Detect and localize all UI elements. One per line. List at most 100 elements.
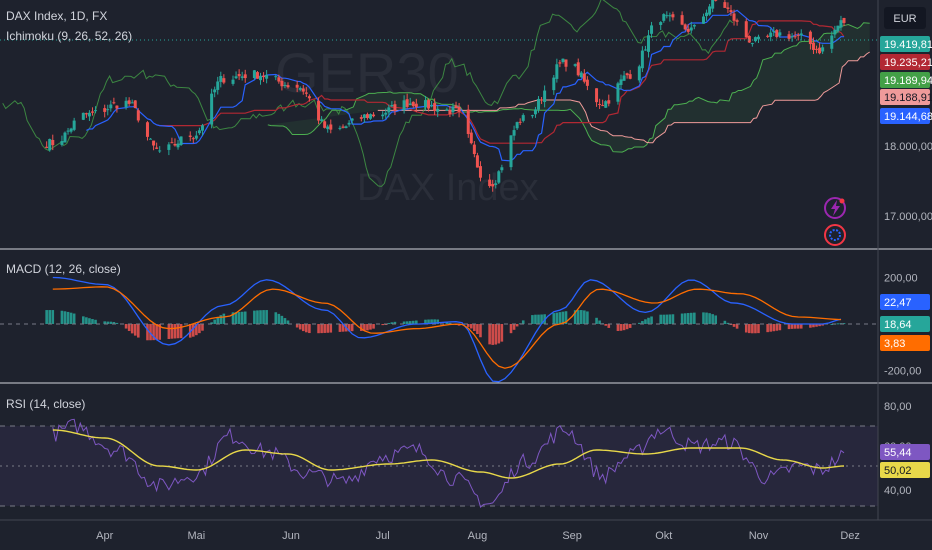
candle-body xyxy=(112,102,116,104)
candle-body xyxy=(317,100,321,121)
macd-histogram-bar xyxy=(222,313,226,324)
macd-histogram-bar xyxy=(537,314,540,324)
lightning-icon[interactable] xyxy=(824,197,846,219)
candle-body xyxy=(259,76,263,81)
macd-histogram-bar xyxy=(253,310,256,324)
macd-histogram-bar xyxy=(552,313,556,324)
macd-tick-label: 200,00 xyxy=(884,273,918,285)
macd-histogram-bar xyxy=(66,311,70,324)
macd-histogram-bar xyxy=(88,318,91,324)
candle-body xyxy=(622,75,626,81)
macd-histogram-bar xyxy=(109,321,113,324)
candle-body xyxy=(176,143,180,148)
macd-histogram-bar xyxy=(115,322,119,324)
macd-histogram-bar xyxy=(521,320,525,324)
candle-body xyxy=(665,15,669,17)
candle-body xyxy=(521,115,525,121)
macd-histogram-bar xyxy=(616,324,620,331)
macd-histogram-bar xyxy=(708,313,711,324)
price-last-value: 19.419,81 xyxy=(884,39,932,51)
candle-body xyxy=(286,85,290,88)
candle-body xyxy=(408,103,412,106)
ichimoku-legend[interactable]: Ichimoku (9, 26, 52, 26) xyxy=(6,29,132,43)
candle-body xyxy=(711,0,715,9)
macd-histogram-bar xyxy=(787,324,791,330)
currency-label[interactable]: EUR xyxy=(893,13,916,25)
candle-body xyxy=(778,32,782,36)
candle-body xyxy=(252,70,256,79)
candle-body xyxy=(329,124,333,130)
candle-body xyxy=(173,143,177,146)
gear-icon[interactable] xyxy=(824,224,846,246)
candle-body xyxy=(255,72,259,79)
candle-body xyxy=(799,33,803,36)
candle-body xyxy=(124,100,128,108)
macd-histogram-bar xyxy=(683,313,687,324)
candle-body xyxy=(197,130,201,134)
rsi-legend[interactable]: RSI (14, close) xyxy=(6,397,85,411)
macd-histogram-bar xyxy=(60,310,64,324)
macd-histogram-bar xyxy=(63,311,67,324)
candle-body xyxy=(158,150,162,152)
price-tick-label: 17.000,00 xyxy=(884,211,932,223)
candle-body xyxy=(564,59,568,67)
macd-histogram-bar xyxy=(301,324,305,332)
macd-histogram-bar xyxy=(237,312,241,324)
candle-body xyxy=(179,136,183,145)
macd-histogram-bar xyxy=(329,324,333,333)
candle-body xyxy=(818,47,822,54)
candle-body xyxy=(686,28,690,32)
time-tick-label: Mai xyxy=(187,530,205,542)
macd-histogram-bar xyxy=(179,324,183,339)
macd-last-value: 3,83 xyxy=(884,338,905,350)
macd-histogram-bar xyxy=(298,324,302,330)
candle-body xyxy=(714,0,718,1)
candle-body xyxy=(411,101,415,107)
candle-body xyxy=(515,122,519,129)
candle-body xyxy=(787,34,791,39)
candle-body xyxy=(625,73,629,76)
macd-histogram-bar xyxy=(277,313,281,324)
macd-histogram-bar xyxy=(748,324,751,334)
candle-body xyxy=(705,12,709,17)
candle-body xyxy=(475,155,479,168)
macd-histogram-bar xyxy=(259,310,262,324)
macd-histogram-bar xyxy=(586,311,589,324)
macd-histogram-bar xyxy=(124,324,128,329)
candle-body xyxy=(320,119,324,121)
candle-body xyxy=(445,109,449,111)
macd-legend[interactable]: MACD (12, 26, close) xyxy=(6,262,121,276)
candle-body xyxy=(601,105,605,107)
macd-histogram-bar xyxy=(326,324,330,333)
candle-body xyxy=(689,27,693,31)
macd-histogram-bar xyxy=(350,324,354,332)
candle-body xyxy=(133,100,137,108)
candle-body xyxy=(540,99,544,101)
candle-body xyxy=(478,166,482,178)
candle-body xyxy=(701,16,705,24)
watermark-name: DAX Index xyxy=(357,167,539,209)
candle-body xyxy=(237,74,241,77)
macd-histogram-bar xyxy=(283,318,287,324)
macd-histogram-bar xyxy=(680,313,684,324)
candle-body xyxy=(194,135,198,139)
candle-body xyxy=(683,24,687,30)
candle-body xyxy=(240,76,244,78)
macd-histogram-bar xyxy=(500,324,504,342)
candle-body xyxy=(561,58,565,63)
macd-histogram-bar xyxy=(671,314,675,324)
macd-histogram-bar xyxy=(216,317,220,324)
candle-body xyxy=(585,79,589,86)
candle-body xyxy=(659,22,663,25)
candle-body xyxy=(628,74,632,79)
chart-canvas[interactable]: GER30 DAX Index DAX Index, 1D, FX Ichimo… xyxy=(0,0,932,550)
candle-body xyxy=(307,96,311,99)
candle-body xyxy=(750,43,754,45)
macd-histogram-bar xyxy=(94,319,97,324)
macd-histogram-bar xyxy=(619,324,623,331)
candle-body xyxy=(155,147,159,149)
candle-body xyxy=(298,88,302,90)
rsi-pane[interactable] xyxy=(0,418,878,509)
candle-body xyxy=(491,184,495,187)
candle-body xyxy=(362,114,366,119)
